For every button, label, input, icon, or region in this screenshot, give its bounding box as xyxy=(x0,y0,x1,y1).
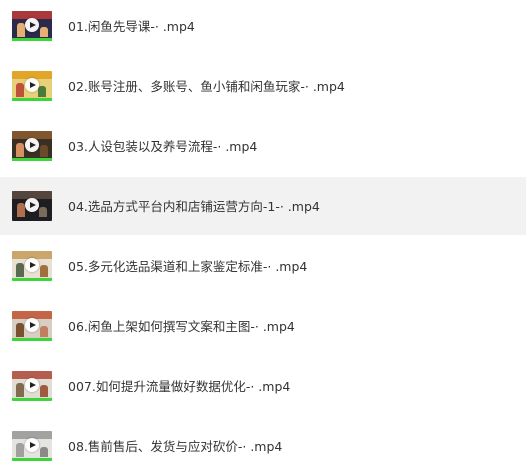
file-name: 05.多元化选品渠道和上家鉴定标准-· .mp4 xyxy=(68,259,308,274)
play-icon xyxy=(25,18,39,32)
file-row[interactable]: 06.闲鱼上架如何撰写文案和主图-· .mp4 xyxy=(0,300,526,360)
video-thumbnail xyxy=(12,131,52,161)
video-file-list: 01.闲鱼先导课-· .mp4 02.账号注册、多账号、鱼小铺和闲鱼玩家-· .… xyxy=(0,0,526,473)
progress-bar xyxy=(12,278,52,281)
play-icon xyxy=(25,438,39,452)
file-row[interactable]: 01.闲鱼先导课-· .mp4 xyxy=(0,0,526,60)
file-row[interactable]: 007.如何提升流量做好数据优化-· .mp4 xyxy=(0,360,526,420)
file-name: 01.闲鱼先导课-· .mp4 xyxy=(68,19,195,34)
file-row[interactable]: 05.多元化选品渠道和上家鉴定标准-· .mp4 xyxy=(0,240,526,300)
file-row-selected[interactable]: 04.选品方式平台内和店铺运营方向-1-· .mp4 xyxy=(0,177,526,235)
progress-bar xyxy=(12,338,52,341)
progress-bar xyxy=(12,458,52,461)
play-icon xyxy=(25,318,39,332)
play-icon xyxy=(25,138,39,152)
file-name: 06.闲鱼上架如何撰写文案和主图-· .mp4 xyxy=(68,319,295,334)
video-thumbnail xyxy=(12,431,52,461)
file-name: 04.选品方式平台内和店铺运营方向-1-· .mp4 xyxy=(68,199,320,214)
video-thumbnail xyxy=(12,311,52,341)
progress-bar xyxy=(12,398,52,401)
video-thumbnail xyxy=(12,11,52,41)
file-name: 007.如何提升流量做好数据优化-· .mp4 xyxy=(68,379,291,394)
play-icon xyxy=(25,378,39,392)
progress-bar xyxy=(12,98,52,101)
video-thumbnail xyxy=(12,191,52,221)
file-name: 03.人设包装以及养号流程-· .mp4 xyxy=(68,139,258,154)
video-thumbnail xyxy=(12,71,52,101)
play-icon xyxy=(25,258,39,272)
video-thumbnail xyxy=(12,251,52,281)
progress-bar xyxy=(12,158,52,161)
play-icon xyxy=(25,78,39,92)
file-name: 08.售前售后、发货与应对砍价-· .mp4 xyxy=(68,439,283,454)
video-thumbnail xyxy=(12,371,52,401)
file-row[interactable]: 03.人设包装以及养号流程-· .mp4 xyxy=(0,120,526,180)
file-row[interactable]: 02.账号注册、多账号、鱼小铺和闲鱼玩家-· .mp4 xyxy=(0,60,526,120)
play-icon xyxy=(25,198,39,212)
file-name: 02.账号注册、多账号、鱼小铺和闲鱼玩家-· .mp4 xyxy=(68,79,345,94)
file-row[interactable]: 08.售前售后、发货与应对砍价-· .mp4 xyxy=(0,420,526,473)
progress-bar xyxy=(12,38,52,41)
